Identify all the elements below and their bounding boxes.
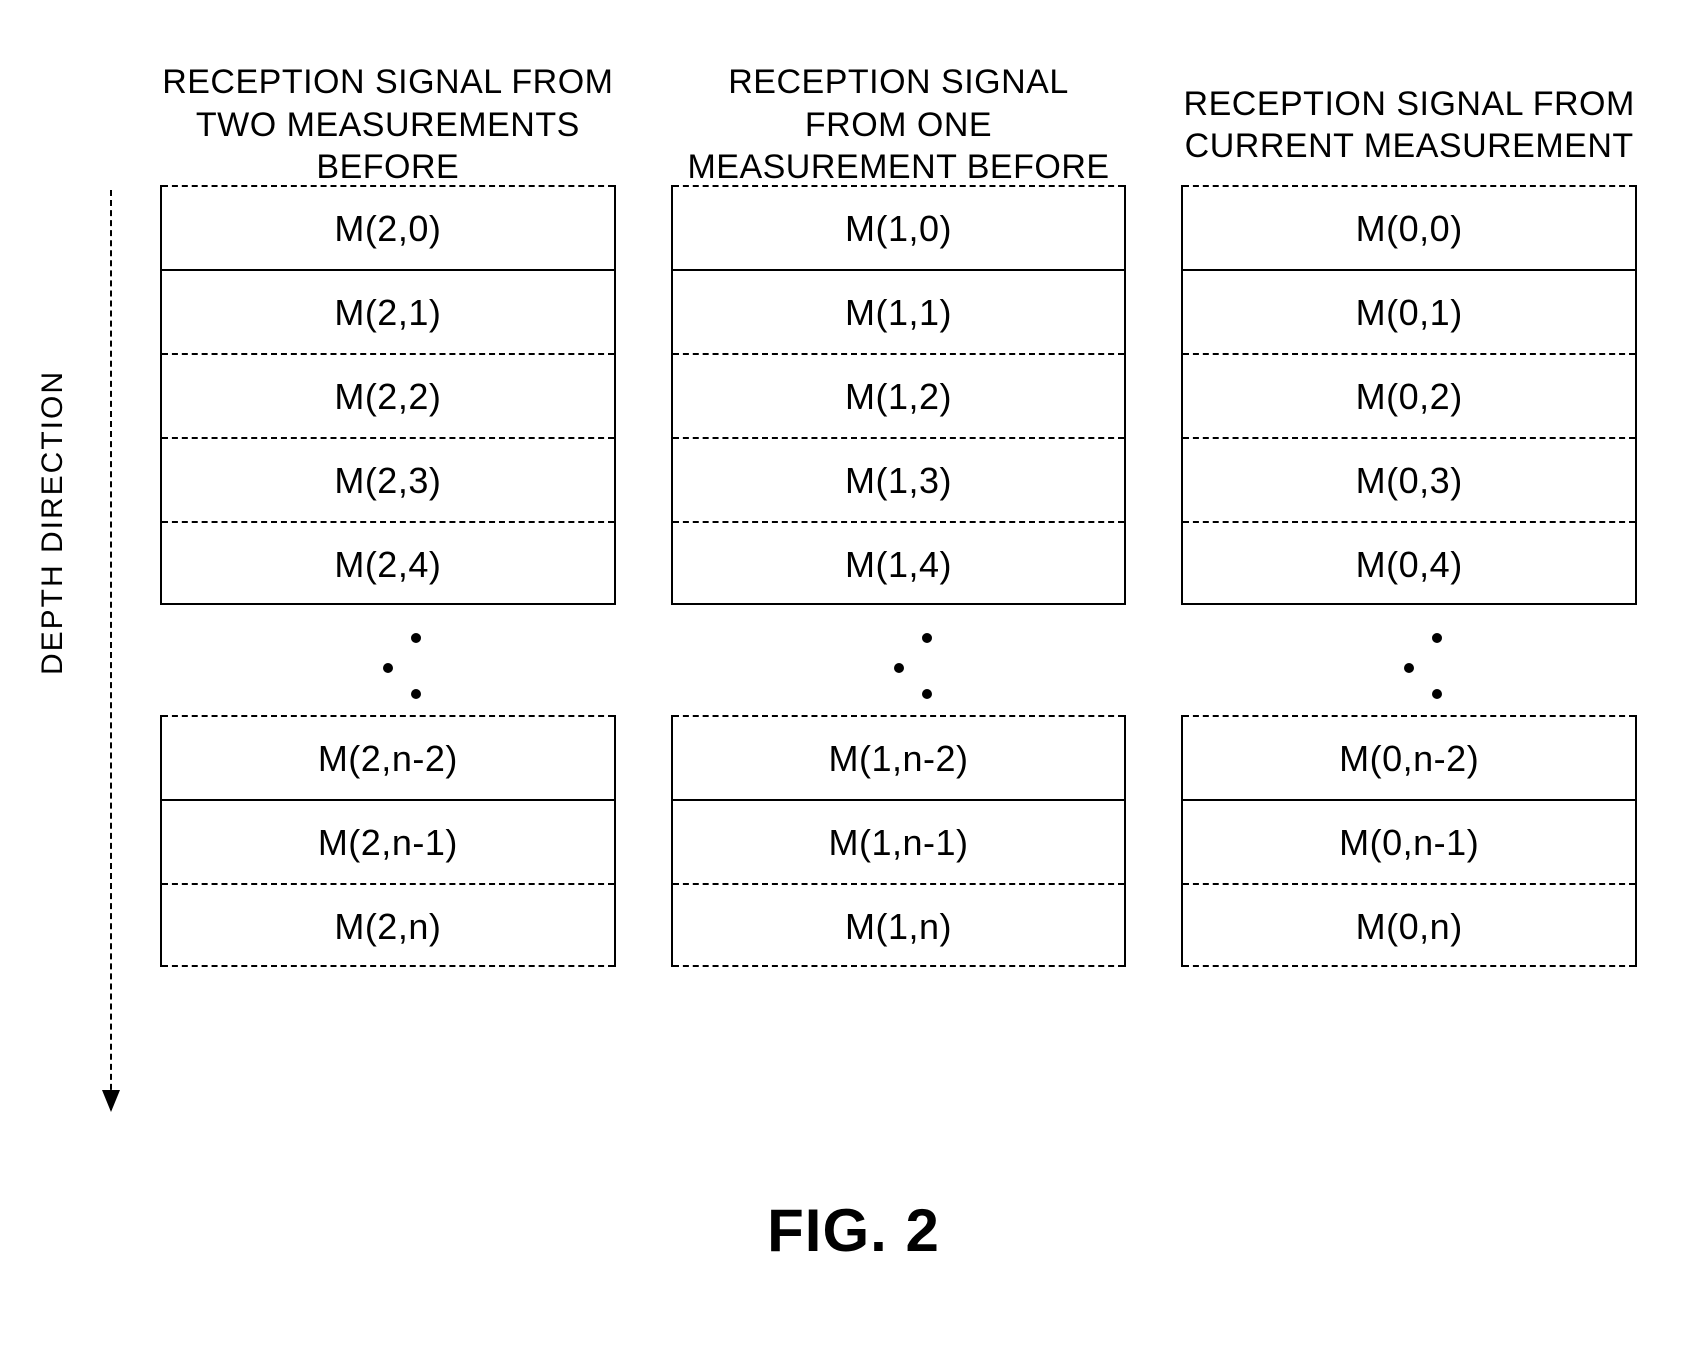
table-row: M(2,3) (162, 437, 614, 521)
arrow-shaft (110, 190, 112, 1110)
figure-caption: FIG. 2 (0, 1196, 1707, 1265)
table-row: M(0,1) (1183, 269, 1635, 353)
column-title: RECEPTION SIGNAL FROM ONE MEASUREMENT BE… (687, 65, 1109, 185)
table-row: M(1,n) (673, 883, 1125, 967)
table-row: M(1,n-1) (673, 799, 1125, 883)
column-body: M(1,0) M(1,1) M(1,2) M(1,3) M(1,4) M(1,n… (671, 185, 1127, 967)
table-row: M(1,0) (673, 185, 1125, 269)
column-body: M(0,0) M(0,1) M(0,2) M(0,3) M(0,4) M(0,n… (1181, 185, 1637, 967)
column-two-before: RECEPTION SIGNAL FROM TWO MEASUREMENTS B… (160, 65, 616, 967)
column-title: RECEPTION SIGNAL FROM TWO MEASUREMENTS B… (160, 65, 616, 185)
dot-icon (1404, 663, 1414, 673)
table-row: M(2,2) (162, 353, 614, 437)
dot-icon (411, 689, 421, 699)
bottom-group: M(2,n-2) M(2,n-1) M(2,n) (160, 715, 616, 967)
column-body: M(2,0) M(2,1) M(2,2) M(2,3) M(2,4) M(2,n… (160, 185, 616, 967)
table-row: M(0,n-1) (1183, 799, 1635, 883)
dot-icon (922, 689, 932, 699)
top-group: M(0,0) M(0,1) M(0,2) M(0,3) M(0,4) (1181, 185, 1637, 605)
columns-container: RECEPTION SIGNAL FROM TWO MEASUREMENTS B… (160, 65, 1637, 967)
arrow-head-icon (102, 1090, 120, 1112)
table-row: M(2,1) (162, 269, 614, 353)
table-row: M(2,0) (162, 185, 614, 269)
table-row: M(0,0) (1183, 185, 1635, 269)
bottom-group: M(1,n-2) M(1,n-1) M(1,n) (671, 715, 1127, 967)
column-one-before: RECEPTION SIGNAL FROM ONE MEASUREMENT BE… (671, 65, 1127, 967)
table-row: M(0,2) (1183, 353, 1635, 437)
dot-icon (411, 633, 421, 643)
vertical-ellipsis (671, 605, 1127, 715)
table-row: M(1,3) (673, 437, 1125, 521)
table-row: M(1,2) (673, 353, 1125, 437)
top-group: M(2,0) M(2,1) M(2,2) M(2,3) M(2,4) (160, 185, 616, 605)
table-row: M(2,n) (162, 883, 614, 967)
dot-icon (922, 633, 932, 643)
vertical-ellipsis (1181, 605, 1637, 715)
depth-direction-arrow (110, 190, 112, 1110)
vertical-ellipsis (160, 605, 616, 715)
table-row: M(2,n-2) (162, 715, 614, 799)
table-row: M(0,3) (1183, 437, 1635, 521)
column-title: RECEPTION SIGNAL FROM CURRENT MEASUREMEN… (1184, 65, 1635, 185)
top-group: M(1,0) M(1,1) M(1,2) M(1,3) M(1,4) (671, 185, 1127, 605)
table-row: M(0,n) (1183, 883, 1635, 967)
figure-canvas: DEPTH DIRECTION RECEPTION SIGNAL FROM TW… (0, 0, 1707, 1365)
bottom-group: M(0,n-2) M(0,n-1) M(0,n) (1181, 715, 1637, 967)
dot-icon (1432, 689, 1442, 699)
table-row: M(1,1) (673, 269, 1125, 353)
table-row: M(0,4) (1183, 521, 1635, 605)
dot-icon (383, 663, 393, 673)
table-row: M(1,4) (673, 521, 1125, 605)
table-row: M(2,4) (162, 521, 614, 605)
table-row: M(2,n-1) (162, 799, 614, 883)
table-row: M(0,n-2) (1183, 715, 1635, 799)
dot-icon (894, 663, 904, 673)
column-current: RECEPTION SIGNAL FROM CURRENT MEASUREMEN… (1181, 65, 1637, 967)
table-row: M(1,n-2) (673, 715, 1125, 799)
dot-icon (1432, 633, 1442, 643)
depth-direction-label: DEPTH DIRECTION (36, 370, 70, 675)
